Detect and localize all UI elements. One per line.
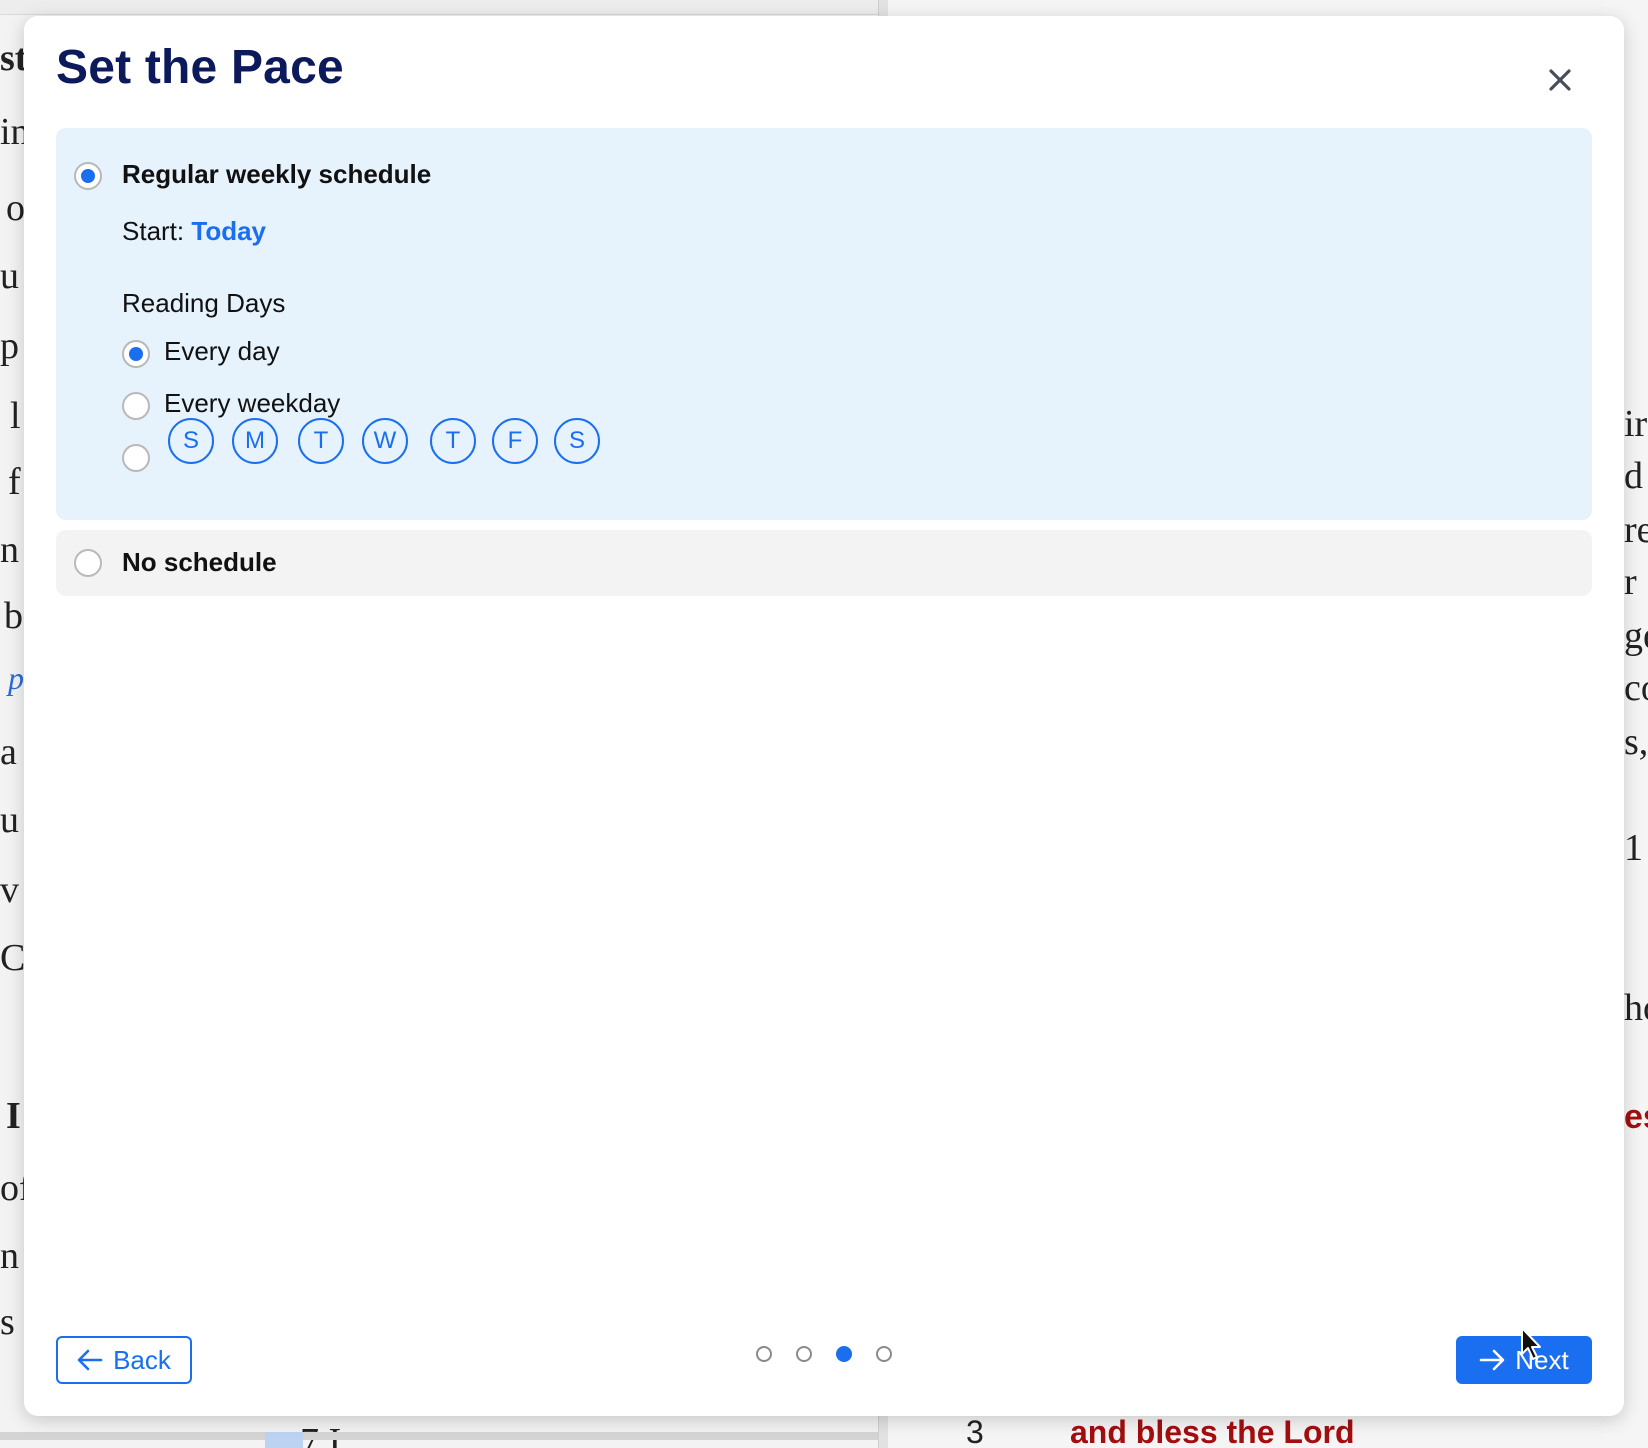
background-scrollbar-thumb[interactable] xyxy=(265,1432,303,1448)
arrow-right-icon xyxy=(1479,1349,1505,1371)
bg-text-fragment: s xyxy=(0,1301,15,1343)
bg-text-fragment: p xyxy=(0,325,19,367)
arrow-left-icon xyxy=(77,1349,103,1371)
bg-text-fragment: ge xyxy=(1624,615,1648,657)
background-scrollbar xyxy=(0,1432,878,1440)
day-toggle-thursday[interactable]: T xyxy=(430,418,476,464)
no-schedule-option[interactable]: No schedule xyxy=(56,530,1592,596)
bg-text-fragment: re xyxy=(1624,509,1648,551)
bg-text-fragment: v xyxy=(0,869,19,911)
bg-text-fragment: n xyxy=(0,529,19,571)
step-indicator-dot xyxy=(876,1346,892,1362)
mouse-cursor-icon xyxy=(1521,1327,1541,1360)
bg-text-fragment: a xyxy=(0,731,17,773)
bg-text-fragment: f xyxy=(8,461,21,503)
day-toggle-wednesday[interactable]: W xyxy=(362,418,408,464)
bg-text-fragment: n xyxy=(0,1235,19,1277)
no-schedule-radio[interactable] xyxy=(74,549,102,577)
bg-text-fragment: s, xyxy=(1624,721,1648,763)
day-toggle-monday[interactable]: M xyxy=(232,418,278,464)
bg-text-fragment: es xyxy=(1624,1098,1648,1136)
every-day-radio[interactable] xyxy=(122,340,150,368)
regular-schedule-radio[interactable] xyxy=(74,162,102,190)
start-label-text: Start: xyxy=(122,216,185,246)
every-weekday-radio[interactable] xyxy=(122,392,150,420)
every-day-label[interactable]: Every day xyxy=(164,336,280,367)
bg-line-number: 3 xyxy=(966,1414,984,1448)
day-toggle-friday[interactable]: F xyxy=(492,418,538,464)
bg-text-fragment: I xyxy=(6,1095,21,1137)
dialog-title: Set the Pace xyxy=(56,41,344,94)
no-schedule-label: No schedule xyxy=(122,547,277,577)
bg-text-fragment: ir xyxy=(1624,403,1648,445)
regular-schedule-label: Regular weekly schedule xyxy=(122,159,432,189)
start-label: Start: Today xyxy=(122,216,266,247)
background-toolbar xyxy=(0,0,878,15)
step-indicator-dot xyxy=(756,1346,772,1362)
step-indicator-dot xyxy=(796,1346,812,1362)
every-weekday-label[interactable]: Every weekday xyxy=(164,388,340,419)
bg-text-fragment: co xyxy=(1624,667,1648,709)
back-button[interactable]: Back xyxy=(56,1336,192,1384)
bg-text-fragment: C xyxy=(0,937,26,979)
bg-text-fragment: 1 xyxy=(1624,827,1643,869)
day-toggle-tuesday[interactable]: T xyxy=(298,418,344,464)
set-the-pace-dialog: Set the Pace Regular weekly schedule Sta… xyxy=(24,16,1624,1416)
custom-days-radio[interactable] xyxy=(122,444,150,472)
bg-text-fragment: u xyxy=(0,799,19,841)
bg-verse-heading: and bless the Lord xyxy=(1070,1414,1355,1448)
close-button[interactable] xyxy=(1540,60,1580,100)
bg-text-fragment: u xyxy=(0,255,19,297)
day-toggle-sunday[interactable]: S xyxy=(168,418,214,464)
bg-text-fragment: p xyxy=(8,660,24,696)
reading-days-label: Reading Days xyxy=(122,288,286,318)
bg-text-fragment: o xyxy=(6,187,25,229)
bg-text-fragment: r xyxy=(1624,561,1637,603)
start-date-link[interactable]: Today xyxy=(191,216,266,246)
bg-text-fragment: b xyxy=(4,595,23,637)
back-button-label: Back xyxy=(113,1344,171,1375)
close-icon xyxy=(1549,69,1571,91)
bg-text-fragment: ho xyxy=(1624,987,1648,1029)
bg-text-fragment: d xyxy=(1624,455,1643,497)
regular-schedule-option[interactable]: Regular weekly schedule Start: Today Rea… xyxy=(56,128,1592,520)
bg-text-fragment: l xyxy=(10,395,21,437)
day-toggle-saturday[interactable]: S xyxy=(554,418,600,464)
step-indicator-dot-active xyxy=(836,1346,852,1362)
